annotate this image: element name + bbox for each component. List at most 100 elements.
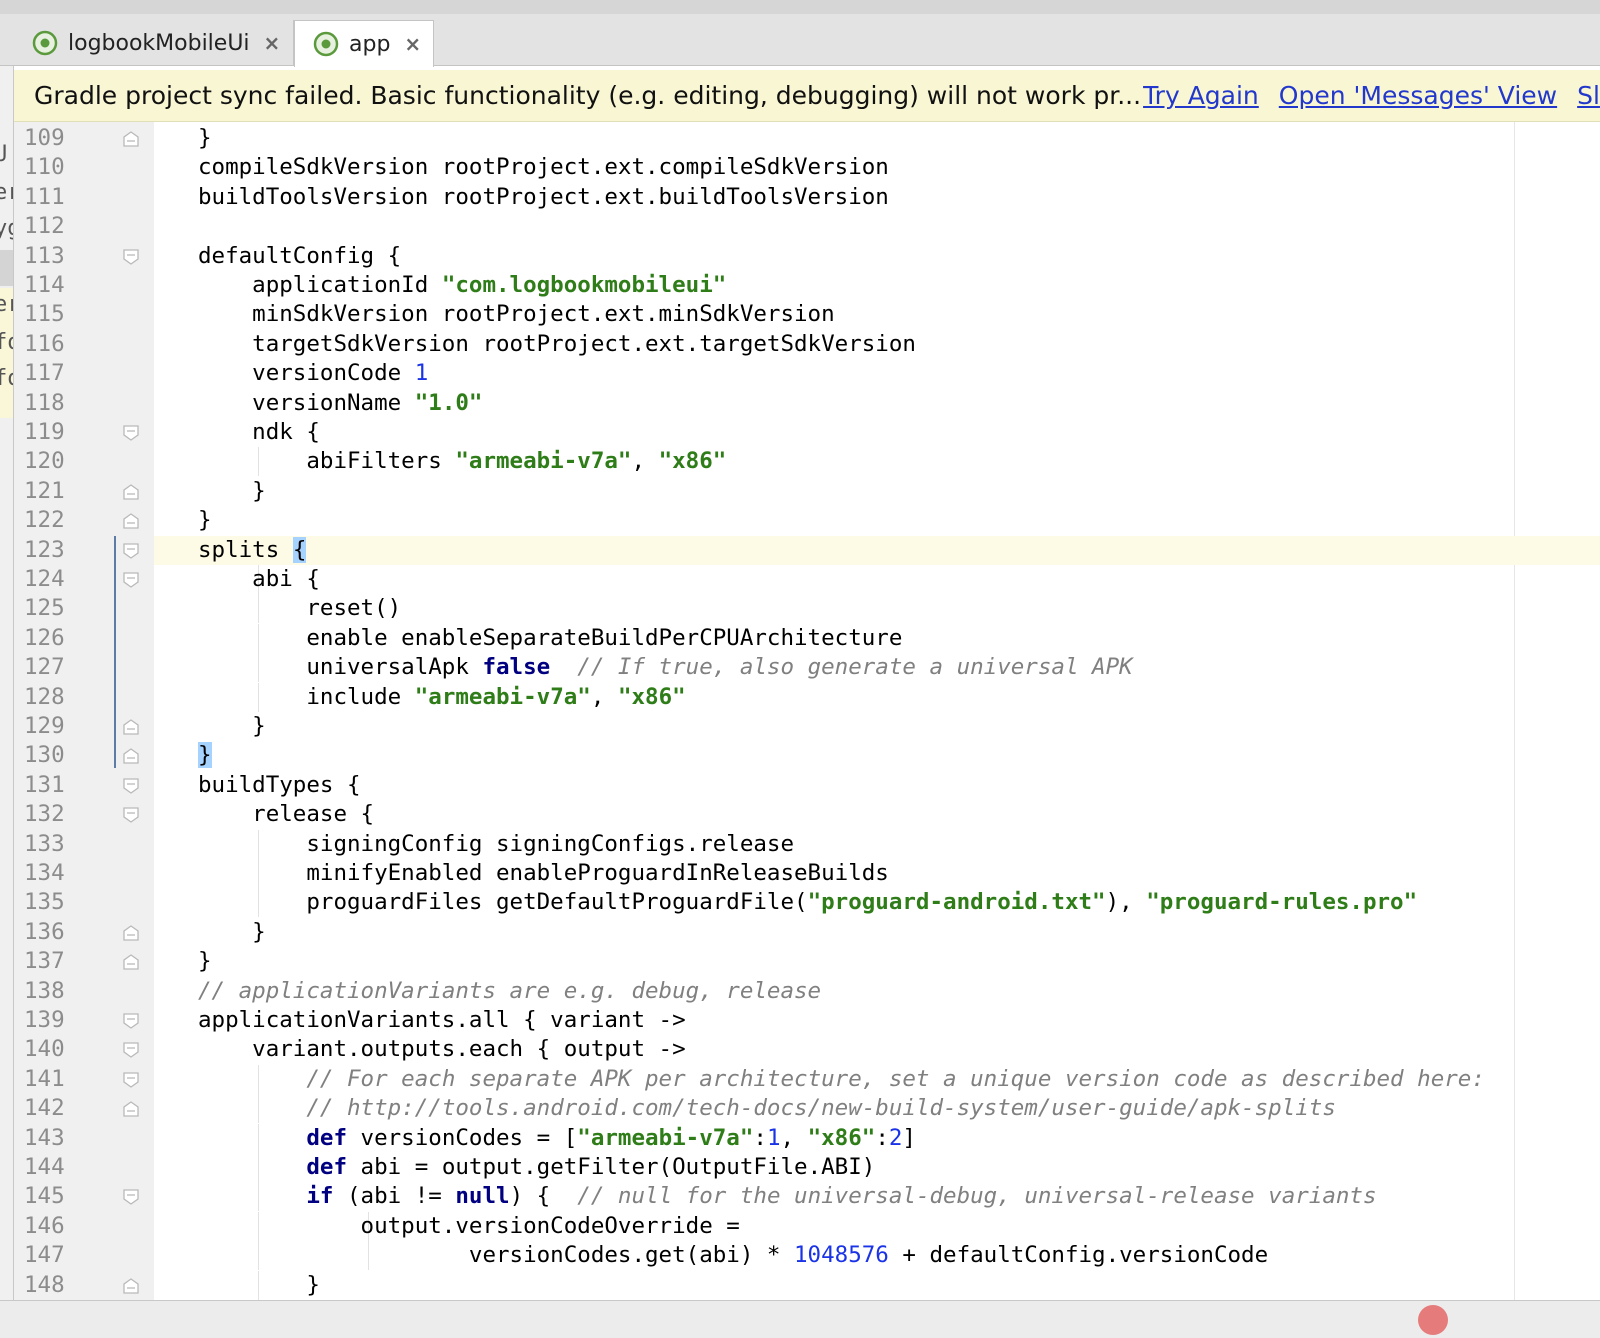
code-line[interactable]: 112 (0, 212, 1600, 241)
code-token: "com.logbookmobileui" (441, 272, 727, 298)
code-line[interactable]: 134 minifyEnabled enableProguardInReleas… (0, 859, 1600, 888)
vcs-change-marker[interactable] (114, 536, 116, 768)
fold-collapse-icon[interactable] (122, 542, 140, 560)
fold-end-icon[interactable] (122, 953, 140, 971)
code-line[interactable]: 117 versionCode 1 (0, 359, 1600, 388)
fold-collapse-icon[interactable] (122, 1071, 140, 1089)
code-token: "proguard-android.txt" (807, 889, 1106, 916)
code-line[interactable]: 142 // http://tools.android.com/tech-doc… (0, 1094, 1600, 1124)
code-line[interactable]: 141 // For each separate APK per archite… (0, 1064, 1600, 1094)
try-again-link[interactable]: Try Again (1143, 81, 1259, 110)
code-line[interactable]: 132 release { (0, 800, 1600, 829)
code-line[interactable]: 124 abi { (0, 565, 1600, 594)
fold-end-icon[interactable] (122, 747, 140, 765)
notification-badge-icon[interactable] (1418, 1305, 1448, 1335)
code-text: variant.outputs.each { output -> (144, 1035, 686, 1064)
code-line[interactable]: 147 versionCodes.get(abi) * 1048576 + de… (0, 1241, 1600, 1271)
code-line[interactable]: 119 ndk { (0, 418, 1600, 447)
code-line[interactable]: 122 } (0, 506, 1600, 535)
fold-end-icon[interactable] (122, 718, 140, 736)
line-number: 148 (24, 1271, 65, 1298)
code-line[interactable]: 139 applicationVariants.all { variant -> (0, 1006, 1600, 1035)
code-text: signingConfig signingConfigs.release (144, 830, 794, 859)
code-text: versionCode 1 (144, 359, 428, 388)
close-icon[interactable]: × (264, 31, 281, 55)
code-line[interactable]: 126 enable enableSeparateBuildPerCPUArch… (0, 623, 1600, 653)
code-line[interactable]: 136 } (0, 918, 1600, 947)
code-line[interactable]: 145 if (abi != null) { // null for the u… (0, 1182, 1600, 1212)
fold-collapse-icon[interactable] (122, 248, 140, 266)
fold-collapse-icon[interactable] (122, 806, 140, 824)
fold-end-icon[interactable] (122, 1277, 140, 1295)
code-text: reset() (144, 594, 401, 623)
code-line[interactable]: 144 def abi = output.getFilter(OutputFil… (0, 1153, 1600, 1182)
fold-end-icon[interactable] (122, 512, 140, 530)
gradle-sync-banner: Gradle project sync failed. Basic functi… (14, 70, 1600, 122)
window-top-strip (0, 0, 1600, 14)
fold-collapse-icon[interactable] (122, 1041, 140, 1059)
line-number: 138 (24, 977, 65, 1004)
code-token: def (306, 1154, 347, 1180)
code-line[interactable]: 140 variant.outputs.each { output -> (0, 1035, 1600, 1064)
code-line[interactable]: 118 versionName "1.0" (0, 389, 1600, 418)
tab-logbookmobileui[interactable]: logbookMobileUi × (14, 20, 294, 66)
code-text: def abi = output.getFilter(OutputFile.AB… (144, 1153, 876, 1182)
fold-collapse-icon[interactable] (122, 571, 140, 589)
code-line[interactable]: 133 signingConfig signingConfigs.release (0, 829, 1600, 859)
code-line[interactable]: 116 targetSdkVersion rootProject.ext.tar… (0, 330, 1600, 359)
fold-collapse-icon[interactable] (122, 1012, 140, 1030)
code-text: abi { (144, 565, 320, 594)
code-line[interactable]: 130 } (0, 741, 1600, 770)
code-line[interactable]: 143 def versionCodes = ["armeabi-v7a":1,… (0, 1123, 1600, 1153)
code-line[interactable]: 110 compileSdkVersion rootProject.ext.co… (0, 153, 1600, 182)
line-number: 122 (24, 507, 65, 534)
code-line[interactable]: 129 } (0, 712, 1600, 741)
close-icon[interactable]: × (404, 32, 421, 56)
fold-end-icon[interactable] (122, 483, 140, 501)
line-number: 131 (24, 771, 65, 798)
code-line[interactable]: 128 include "armeabi-v7a", "x86" (0, 682, 1600, 712)
code-token: null (455, 1183, 510, 1210)
code-line[interactable]: 125 reset() (0, 594, 1600, 624)
truncated-link[interactable]: Sl (1577, 81, 1600, 110)
fold-collapse-icon[interactable] (122, 1188, 140, 1206)
code-line[interactable]: 123 splits { (0, 535, 1600, 565)
tab-label: app (349, 31, 391, 57)
code-line[interactable]: 135 proguardFiles getDefaultProguardFile… (0, 888, 1600, 918)
code-line[interactable]: 146 output.versionCodeOverride = (0, 1211, 1600, 1241)
android-studio-icon (32, 30, 58, 56)
code-token: } (143, 713, 266, 739)
line-number: 125 (24, 595, 65, 622)
code-line[interactable]: 113 defaultConfig { (0, 242, 1600, 271)
code-line[interactable]: 131 buildTypes { (0, 771, 1600, 800)
tab-app[interactable]: app × (294, 20, 434, 67)
code-token: output.versionCodeOverride = (143, 1212, 740, 1239)
code-text: output.versionCodeOverride = (144, 1212, 740, 1241)
code-line[interactable]: 148 } (0, 1270, 1600, 1300)
open-messages-view-link[interactable]: Open 'Messages' View (1279, 81, 1557, 110)
code-line[interactable]: 137 } (0, 947, 1600, 976)
fold-collapse-icon[interactable] (122, 424, 140, 442)
code-line[interactable]: 138 // applicationVariants are e.g. debu… (0, 977, 1600, 1006)
bottom-status-bar (0, 1300, 1600, 1338)
code-line[interactable]: 115 minSdkVersion rootProject.ext.minSdk… (0, 300, 1600, 329)
code-line[interactable]: 121 } (0, 477, 1600, 506)
fold-collapse-icon[interactable] (122, 777, 140, 795)
code-token: abi = output.getFilter(OutputFile.ABI) (347, 1154, 876, 1180)
code-line[interactable]: 111 buildToolsVersion rootProject.ext.bu… (0, 183, 1600, 212)
code-token: signingConfig signingConfigs.release (143, 830, 795, 857)
code-text: ndk { (144, 418, 320, 447)
code-token: ), (1105, 889, 1147, 916)
fold-end-icon[interactable] (122, 130, 140, 148)
code-line[interactable]: 109 } (0, 124, 1600, 153)
fold-end-icon[interactable] (122, 924, 140, 942)
line-background (154, 477, 1600, 506)
line-background (154, 535, 1600, 565)
line-background (154, 1271, 1600, 1300)
code-line[interactable]: 114 applicationId "com.logbookmobileui" (0, 271, 1600, 300)
code-line[interactable]: 127 universalApk false // If true, also … (0, 653, 1600, 683)
code-line[interactable]: 120 abiFilters "armeabi-v7a", "x86" (0, 447, 1600, 477)
fold-end-icon[interactable] (122, 1100, 140, 1118)
